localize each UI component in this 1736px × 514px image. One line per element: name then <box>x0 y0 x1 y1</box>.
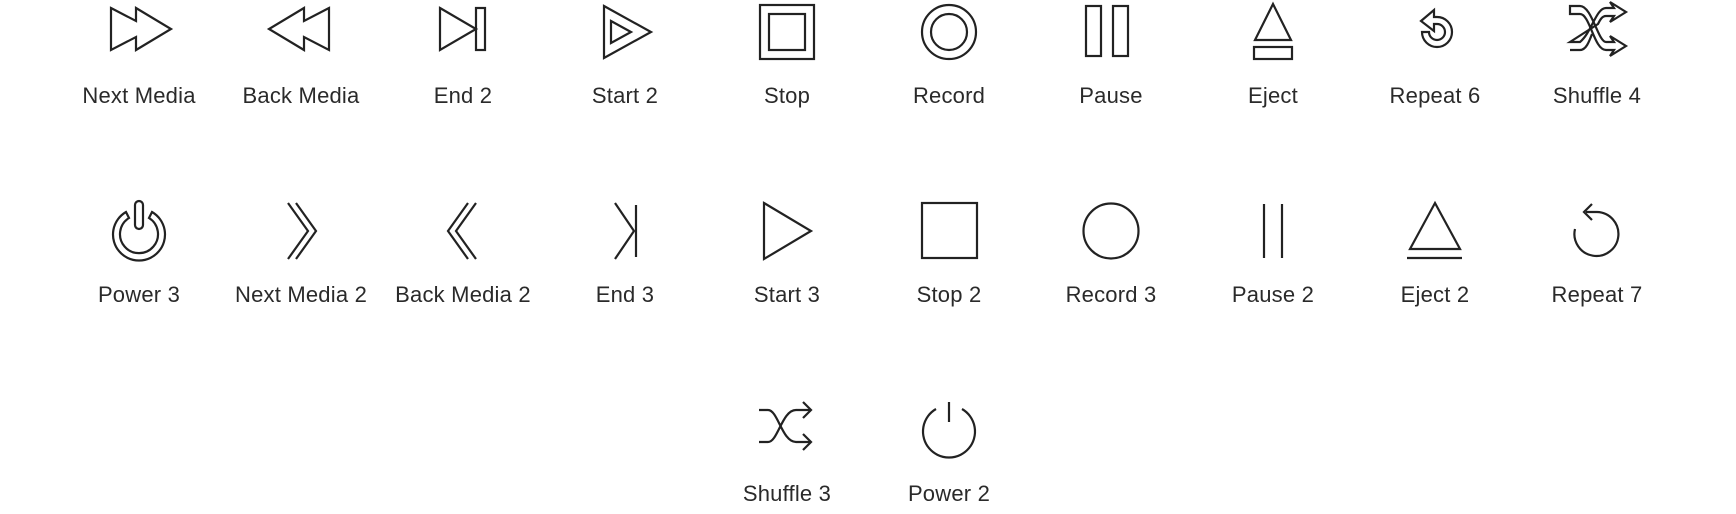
icon-tile-eject[interactable]: Eject <box>1192 1 1354 109</box>
icon-label: Record 3 <box>1065 282 1157 307</box>
record-icon <box>1082 202 1140 260</box>
pause-icon <box>1084 4 1130 58</box>
end-icon <box>614 202 638 260</box>
icon-label: Eject <box>1248 83 1298 108</box>
icon-tile-stop-2[interactable]: Stop 2 <box>868 201 1030 308</box>
icon-tile-pause-2[interactable]: Pause 2 <box>1192 201 1354 308</box>
icon-tile-power-3[interactable]: Power 3 <box>58 199 220 308</box>
icon-label: Power 3 <box>97 282 181 307</box>
icon-label: Pause 2 <box>1231 282 1315 307</box>
icon-tile-back-media[interactable]: Back Media <box>220 2 382 109</box>
stop-icon <box>758 3 816 61</box>
icon-label: Stop 2 <box>916 282 982 307</box>
icon-tile-shuffle-4[interactable]: Shuffle 4 <box>1516 1 1678 109</box>
next-media-icon <box>109 6 174 52</box>
icon-tile-repeat-7[interactable]: Repeat 7 <box>1516 201 1678 308</box>
shuffle-icon <box>759 401 813 451</box>
eject-icon <box>1252 1 1294 61</box>
icon-tile-repeat-6[interactable]: Repeat 6 <box>1354 2 1516 109</box>
icon-tile-start-2[interactable]: Start 2 <box>544 2 706 109</box>
power-icon <box>111 199 167 262</box>
icon-label: Back Media <box>242 83 360 108</box>
icon-label: Next Media 2 <box>234 282 367 307</box>
icon-tile-stop[interactable]: Stop <box>706 2 868 109</box>
icon-tile-next-media-2[interactable]: Next Media 2 <box>220 201 382 308</box>
icon-tile-pause[interactable]: Pause <box>1030 2 1192 109</box>
power-icon <box>921 402 977 459</box>
icon-tile-next-media[interactable]: Next Media <box>58 2 220 109</box>
icon-label: Stop <box>763 83 811 108</box>
end-icon <box>438 6 487 52</box>
icon-label: End 3 <box>595 282 655 307</box>
pause-icon <box>1262 204 1284 258</box>
icon-label: Start 3 <box>753 282 821 307</box>
start-icon <box>762 201 814 261</box>
icon-label: Power 2 <box>907 481 991 506</box>
start-icon <box>602 4 654 60</box>
icon-label: End 2 <box>433 83 493 108</box>
stop-icon <box>920 201 979 260</box>
icon-tile-start-3[interactable]: Start 3 <box>706 201 868 308</box>
icon-label: Pause <box>1079 83 1143 108</box>
shuffle-icon <box>1566 1 1629 57</box>
icon-tile-record[interactable]: Record <box>868 2 1030 109</box>
icon-tile-end-3[interactable]: End 3 <box>544 201 706 308</box>
repeat-icon <box>1419 7 1454 49</box>
record-icon <box>920 3 978 61</box>
repeat-icon <box>1573 203 1620 258</box>
icon-label: Shuffle 4 <box>1552 83 1642 108</box>
icon-tile-end-2[interactable]: End 2 <box>382 2 544 109</box>
icon-tile-power-2[interactable]: Power 2 <box>868 400 1030 507</box>
icon-label: Start 2 <box>591 83 659 108</box>
icon-label: Record <box>912 83 986 108</box>
icon-label: Next Media <box>82 83 196 108</box>
back-media-icon <box>446 202 477 260</box>
icon-tile-shuffle-3[interactable]: Shuffle 3 <box>706 400 868 507</box>
icon-tile-eject-2[interactable]: Eject 2 <box>1354 200 1516 308</box>
back-media-icon <box>266 6 331 52</box>
icon-label: Back Media 2 <box>395 282 531 307</box>
icon-tile-back-media-2[interactable]: Back Media 2 <box>382 201 544 308</box>
icon-label: Eject 2 <box>1400 282 1470 307</box>
eject-icon <box>1407 200 1462 260</box>
next-media-icon <box>287 202 318 260</box>
icon-tile-record-3[interactable]: Record 3 <box>1030 201 1192 308</box>
icon-label: Repeat 6 <box>1389 83 1481 108</box>
icon-label: Shuffle 3 <box>742 481 832 506</box>
icon-label: Repeat 7 <box>1551 282 1643 307</box>
